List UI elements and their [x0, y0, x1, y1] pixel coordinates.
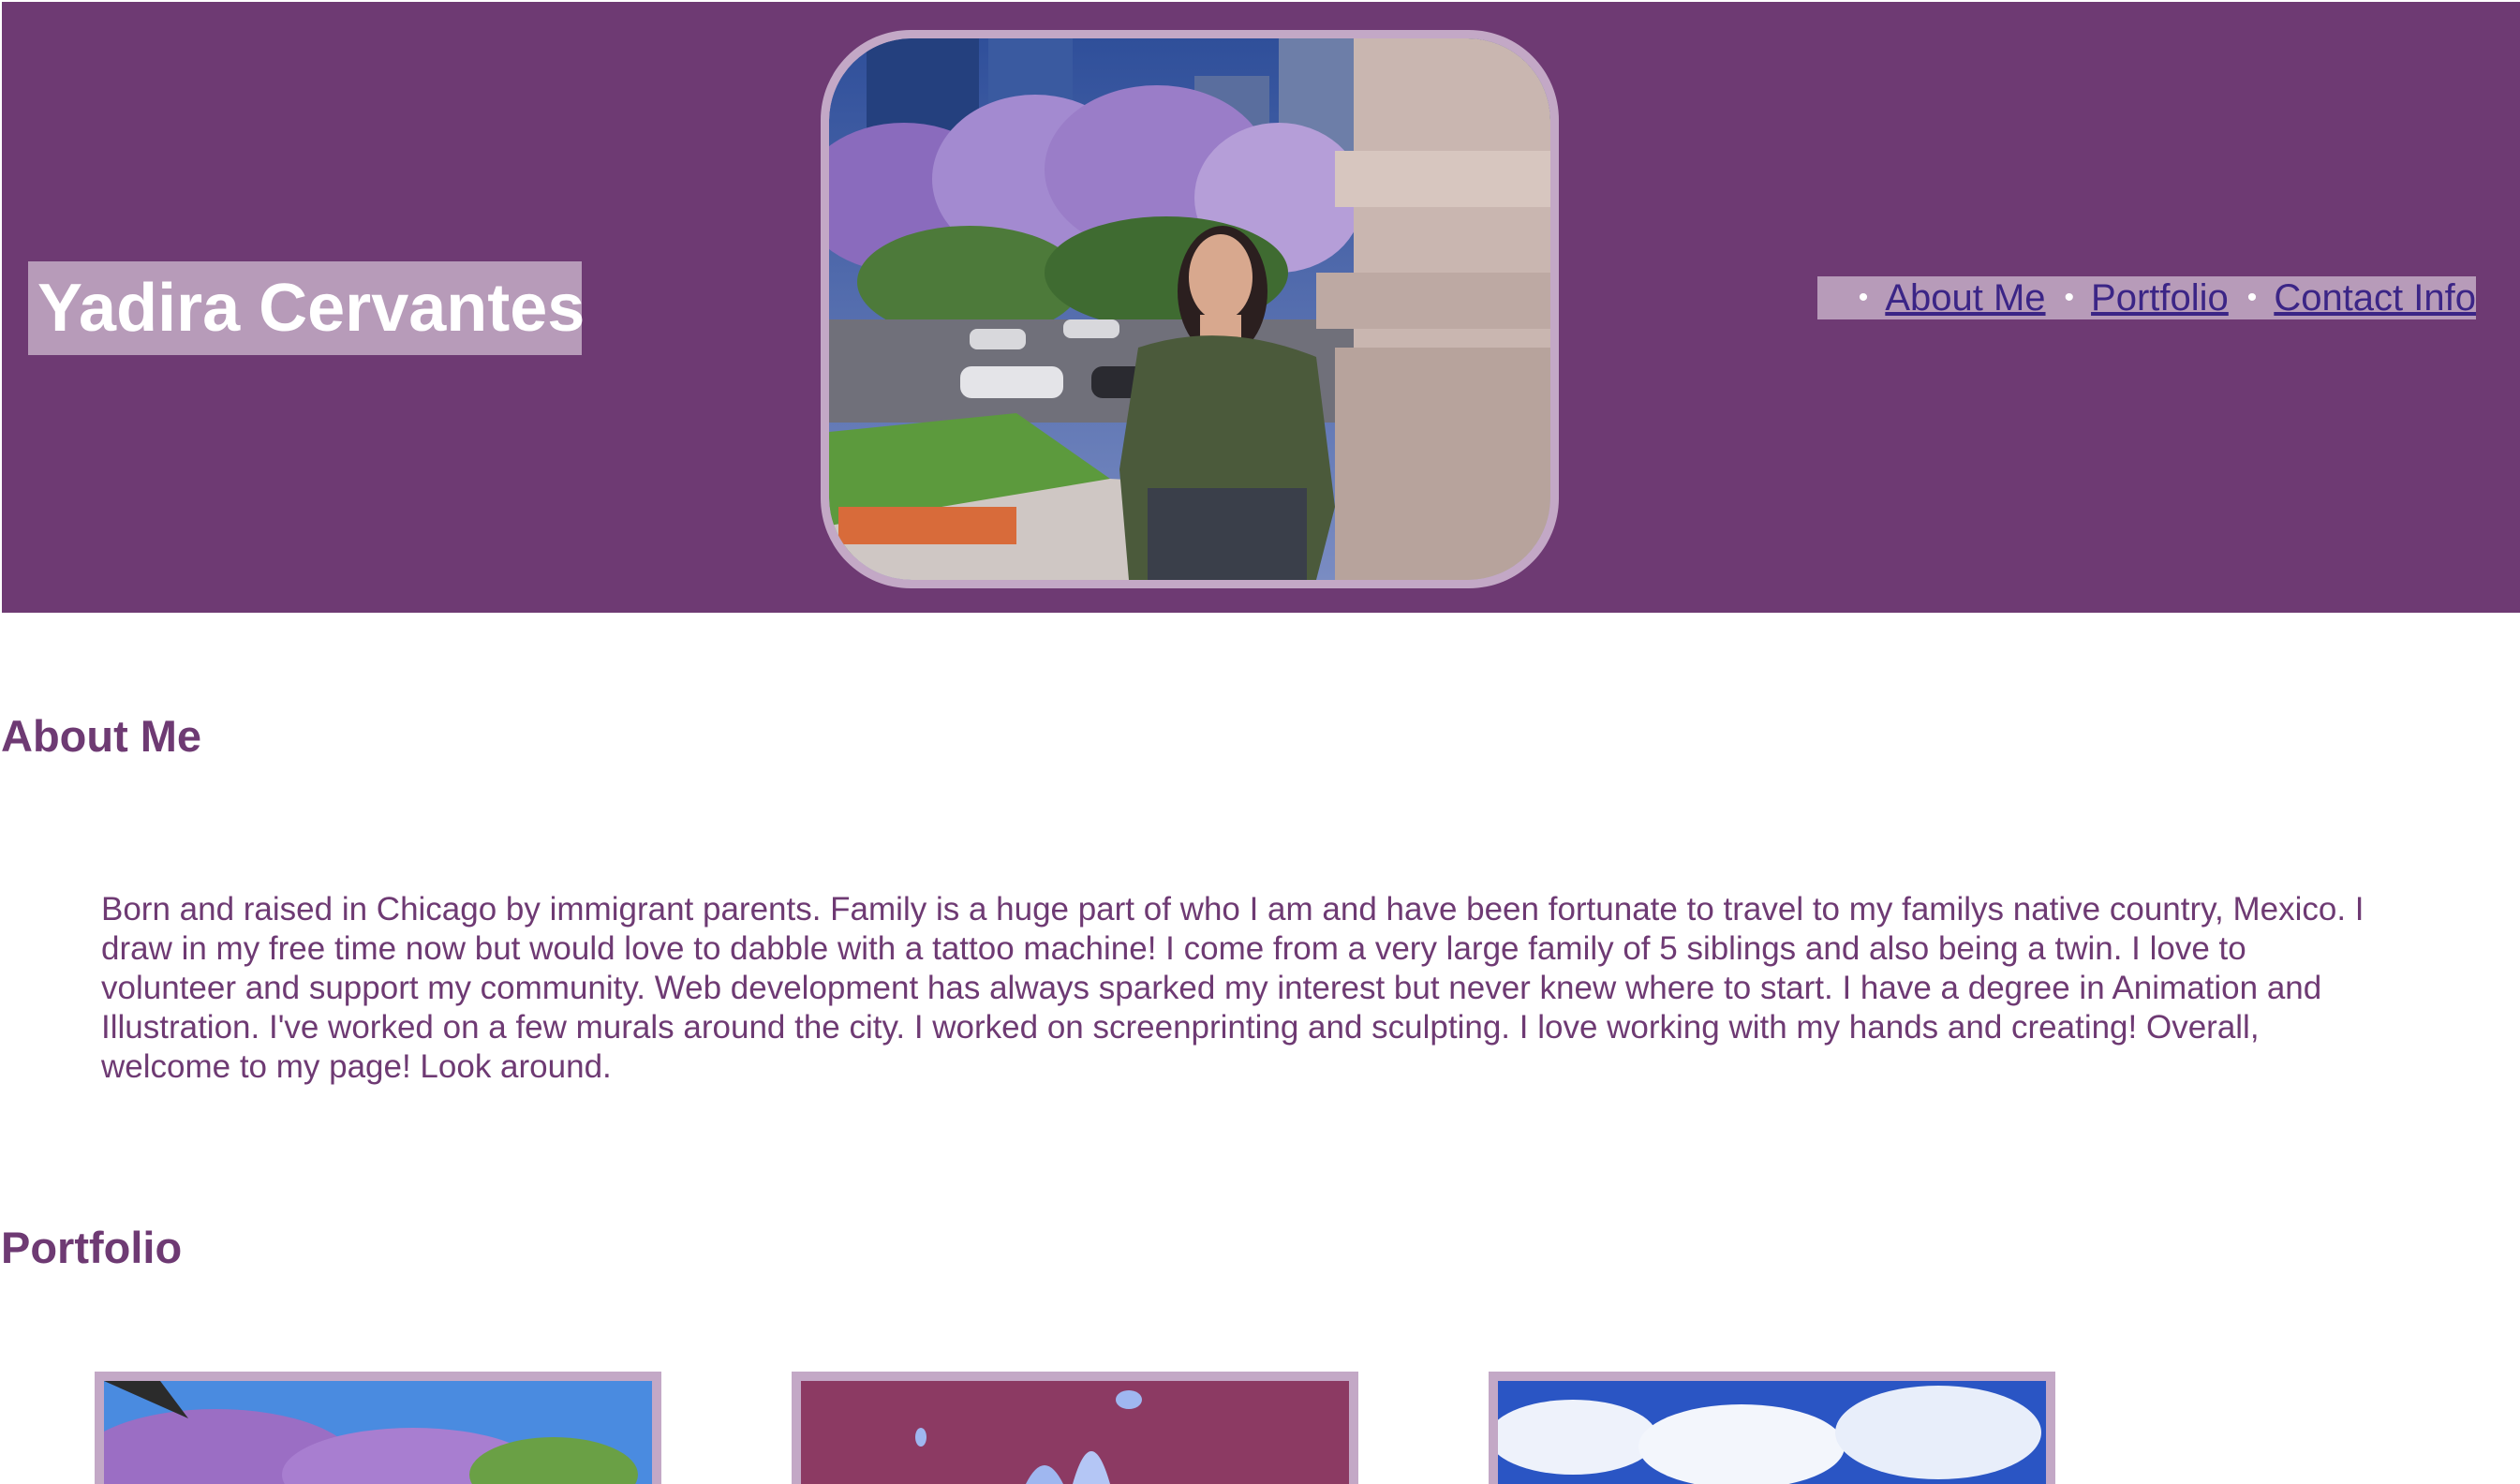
- nav-item-contact-info: • Contact Info: [2247, 277, 2476, 319]
- portfolio-item-1[interactable]: [95, 1372, 661, 1484]
- portfolio-item-3[interactable]: [1489, 1372, 2055, 1484]
- contact-info-link[interactable]: Contact Info: [2274, 277, 2476, 319]
- nav-bullet: •: [2246, 282, 2258, 313]
- main-nav: • About Me • Portfolio • Contact Info: [1817, 276, 2476, 319]
- site-header: Yadira Cervantes • About Me • Portfolio …: [0, 0, 2520, 613]
- nav-item-about-me: • About Me: [1859, 277, 2046, 319]
- about-me-link[interactable]: About Me: [1885, 277, 2045, 319]
- cloudy-sky-photo: [1498, 1381, 2046, 1484]
- nav-bullet: •: [2064, 282, 2075, 313]
- portrait-photo: [829, 38, 1550, 580]
- portfolio-link[interactable]: Portfolio: [2091, 277, 2229, 319]
- illustration-artwork: [801, 1381, 1349, 1484]
- about-text: Born and raised in Chicago by immigrant …: [101, 891, 2364, 1085]
- nav-item-portfolio: • Portfolio: [2065, 277, 2229, 319]
- jacaranda-tree-photo: [104, 1381, 652, 1484]
- nav-bullet: •: [1858, 282, 1869, 313]
- site-title: Yadira Cervantes: [28, 261, 585, 355]
- hero-photo-frame: [821, 30, 1559, 588]
- portfolio-heading: Portfolio: [1, 1223, 183, 1272]
- portfolio-item-2[interactable]: [792, 1372, 1358, 1484]
- about-heading: About Me: [1, 711, 202, 761]
